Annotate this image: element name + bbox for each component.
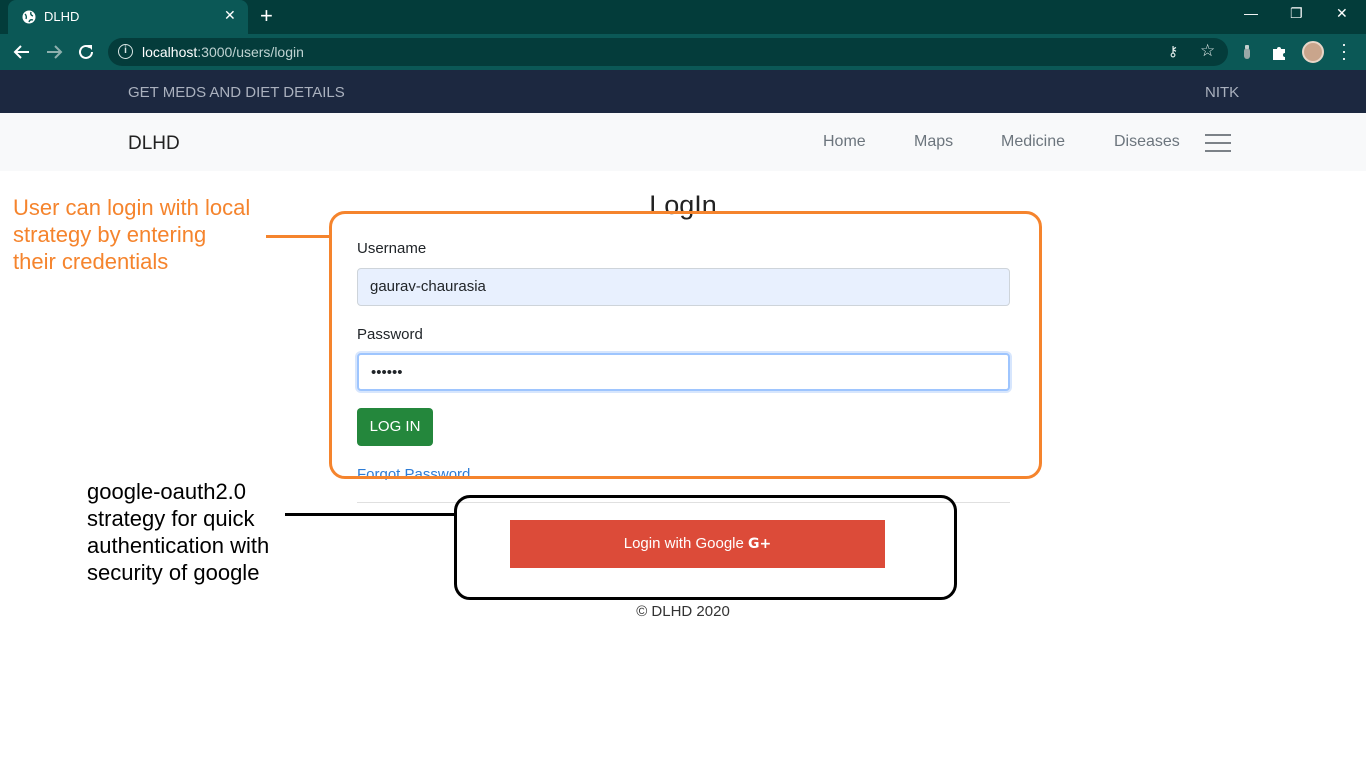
globe-icon: [22, 10, 36, 24]
footer-copyright: © DLHD 2020: [636, 603, 730, 620]
window-close-icon[interactable]: ✕: [1336, 5, 1348, 22]
url-text[interactable]: localhost:3000/users/login: [142, 44, 304, 60]
hamburger-menu-icon[interactable]: [1205, 134, 1231, 152]
local-strategy-connector: [266, 235, 330, 238]
extension-icon[interactable]: [1242, 44, 1252, 60]
main-navbar: DLHD Home Maps Medicine Diseases: [0, 113, 1366, 171]
minimize-icon[interactable]: —: [1244, 5, 1258, 21]
google-strategy-highlight: [454, 495, 957, 600]
tab-title: DLHD: [44, 9, 80, 24]
browser-tab[interactable]: DLHD ✕: [8, 0, 248, 34]
reload-icon[interactable]: [77, 43, 95, 61]
key-icon[interactable]: ⚷: [1168, 43, 1178, 60]
local-strategy-note: User can login with local strategy by en…: [13, 195, 251, 274]
address-bar[interactable]: i localhost:3000/users/login ⚷ ☆: [108, 38, 1228, 66]
browser-toolbar: i localhost:3000/users/login ⚷ ☆ · · ·: [0, 34, 1366, 70]
topbar-tagline: GET MEDS AND DIET DETAILS: [128, 84, 345, 101]
browser-menu-icon[interactable]: · · ·: [1341, 35, 1347, 67]
site-topbar: GET MEDS AND DIET DETAILS NITK: [0, 70, 1366, 113]
forward-icon[interactable]: [45, 43, 63, 61]
back-icon[interactable]: [13, 43, 31, 61]
new-tab-button[interactable]: +: [260, 3, 273, 29]
google-strategy-connector: [285, 513, 455, 516]
nav-medicine[interactable]: Medicine: [1001, 133, 1065, 151]
star-icon[interactable]: ☆: [1200, 41, 1215, 61]
tab-close-icon[interactable]: ✕: [224, 7, 236, 24]
restore-icon[interactable]: ❐: [1290, 5, 1303, 22]
nav-home[interactable]: Home: [823, 133, 866, 151]
nav-diseases[interactable]: Diseases: [1114, 133, 1180, 151]
brand-logo[interactable]: DLHD: [128, 133, 180, 155]
google-strategy-note: google-oauth2.0 strategy for quick authe…: [87, 479, 270, 585]
browser-tabstrip: DLHD ✕ + — ❐ ✕: [0, 0, 1366, 34]
topbar-org: NITK: [1205, 84, 1240, 101]
local-strategy-highlight: [329, 211, 1042, 479]
puzzle-icon[interactable]: [1271, 43, 1289, 61]
nav-maps[interactable]: Maps: [914, 133, 953, 151]
profile-avatar[interactable]: [1302, 41, 1324, 63]
info-icon[interactable]: i: [118, 44, 133, 59]
